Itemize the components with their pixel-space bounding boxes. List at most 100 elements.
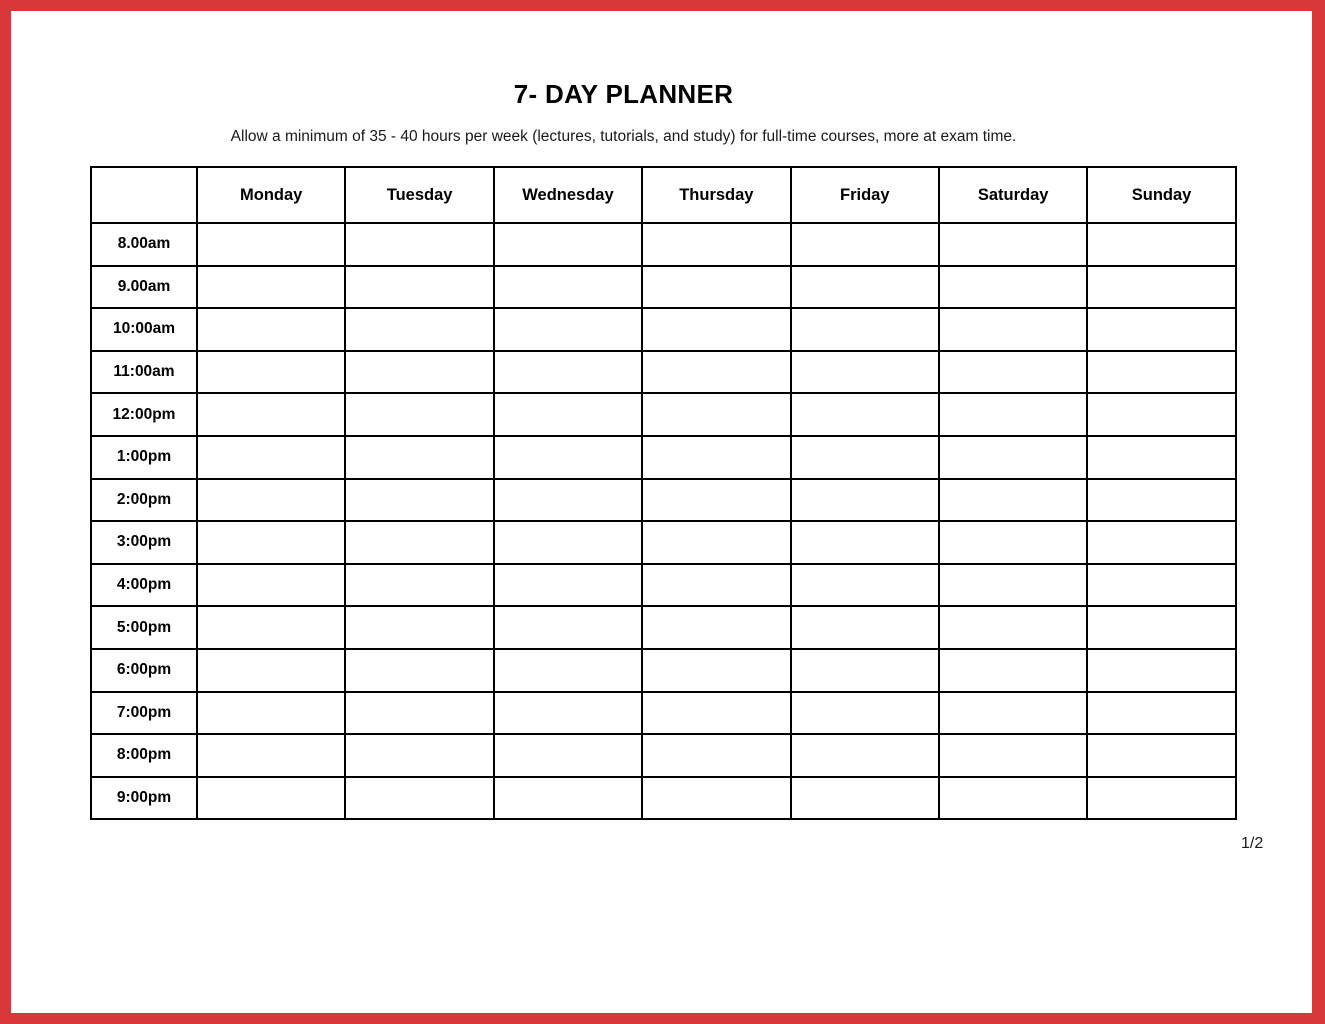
planner-slot-wednesday-0[interactable]: [492, 222, 644, 267]
planner-slot-tuesday-8[interactable]: [344, 562, 495, 608]
planner-slot-monday-4[interactable]: [195, 392, 347, 437]
planner-slot-friday-1[interactable]: [789, 264, 940, 310]
planner-slot-saturday-3[interactable]: [937, 349, 1089, 395]
planner-slot-monday-6[interactable]: [195, 477, 347, 523]
planner-slot-tuesday-2[interactable]: [344, 307, 495, 352]
planner-slot-thursday-11[interactable]: [641, 690, 792, 736]
planner-slot-wednesday-12[interactable]: [492, 733, 644, 778]
planner-slot-sunday-12[interactable]: [1086, 733, 1237, 778]
planner-slot-monday-9[interactable]: [195, 605, 347, 650]
planner-slot-saturday-1[interactable]: [937, 264, 1089, 310]
planner-slot-thursday-12[interactable]: [641, 733, 792, 778]
planner-slot-monday-5[interactable]: [195, 434, 347, 480]
planner-slot-wednesday-11[interactable]: [492, 690, 644, 736]
planner-slot-tuesday-5[interactable]: [344, 434, 495, 480]
planner-slot-monday-0[interactable]: [195, 222, 347, 267]
planner-slot-friday-10[interactable]: [789, 647, 940, 693]
planner-slot-wednesday-5[interactable]: [492, 434, 644, 480]
planner-slot-wednesday-9[interactable]: [492, 605, 644, 650]
planner-slot-friday-8[interactable]: [789, 562, 940, 608]
planner-slot-thursday-2[interactable]: [641, 307, 792, 352]
planner-slot-sunday-7[interactable]: [1086, 520, 1237, 565]
planner-slot-sunday-9[interactable]: [1086, 605, 1237, 650]
planner-slot-sunday-13[interactable]: [1086, 775, 1237, 821]
planner-slot-friday-9[interactable]: [789, 605, 940, 650]
planner-slot-tuesday-11[interactable]: [344, 690, 495, 736]
planner-slot-tuesday-9[interactable]: [344, 605, 495, 650]
planner-slot-saturday-11[interactable]: [937, 690, 1089, 736]
planner-slot-friday-3[interactable]: [789, 349, 940, 395]
planner-slot-monday-3[interactable]: [195, 349, 347, 395]
planner-slot-tuesday-13[interactable]: [344, 775, 495, 821]
planner-slot-sunday-8[interactable]: [1086, 562, 1237, 608]
planner-slot-wednesday-6[interactable]: [492, 477, 644, 523]
planner-slot-monday-2[interactable]: [195, 307, 347, 352]
planner-slot-saturday-13[interactable]: [937, 775, 1089, 821]
planner-slot-thursday-9[interactable]: [641, 605, 792, 650]
planner-slot-saturday-6[interactable]: [937, 477, 1089, 523]
planner-slot-saturday-4[interactable]: [937, 392, 1089, 437]
planner-slot-saturday-8[interactable]: [937, 562, 1089, 608]
planner-slot-monday-12[interactable]: [195, 733, 347, 778]
planner-slot-thursday-6[interactable]: [641, 477, 792, 523]
planner-slot-sunday-6[interactable]: [1086, 477, 1237, 523]
planner-slot-wednesday-10[interactable]: [492, 647, 644, 693]
planner-slot-saturday-10[interactable]: [937, 647, 1089, 693]
planner-slot-wednesday-13[interactable]: [492, 775, 644, 821]
planner-slot-tuesday-12[interactable]: [344, 733, 495, 778]
planner-slot-saturday-12[interactable]: [937, 733, 1089, 778]
planner-slot-tuesday-3[interactable]: [344, 349, 495, 395]
planner-slot-wednesday-3[interactable]: [492, 349, 644, 395]
planner-slot-thursday-0[interactable]: [641, 222, 792, 267]
planner-slot-sunday-4[interactable]: [1086, 392, 1237, 437]
planner-slot-tuesday-0[interactable]: [344, 222, 495, 267]
planner-slot-thursday-1[interactable]: [641, 264, 792, 310]
planner-slot-monday-7[interactable]: [195, 520, 347, 565]
planner-slot-tuesday-6[interactable]: [344, 477, 495, 523]
planner-slot-saturday-7[interactable]: [937, 520, 1089, 565]
planner-slot-wednesday-7[interactable]: [492, 520, 644, 565]
planner-slot-friday-4[interactable]: [789, 392, 940, 437]
planner-slot-sunday-10[interactable]: [1086, 647, 1237, 693]
planner-slot-thursday-7[interactable]: [641, 520, 792, 565]
planner-slot-sunday-2[interactable]: [1086, 307, 1237, 352]
planner-slot-friday-5[interactable]: [789, 434, 940, 480]
planner-slot-tuesday-10[interactable]: [344, 647, 495, 693]
planner-slot-sunday-3[interactable]: [1086, 349, 1237, 395]
planner-slot-friday-11[interactable]: [789, 690, 940, 736]
planner-slot-wednesday-2[interactable]: [492, 307, 644, 352]
planner-slot-thursday-3[interactable]: [641, 349, 792, 395]
page-border-left: [0, 0, 11, 1024]
planner-slot-tuesday-7[interactable]: [344, 520, 495, 565]
planner-slot-sunday-5[interactable]: [1086, 434, 1237, 480]
planner-slot-friday-7[interactable]: [789, 520, 940, 565]
planner-slot-sunday-0[interactable]: [1086, 222, 1237, 267]
planner-slot-tuesday-4[interactable]: [344, 392, 495, 437]
planner-slot-friday-2[interactable]: [789, 307, 940, 352]
planner-slot-thursday-4[interactable]: [641, 392, 792, 437]
planner-slot-friday-13[interactable]: [789, 775, 940, 821]
planner-slot-thursday-8[interactable]: [641, 562, 792, 608]
planner-slot-wednesday-4[interactable]: [492, 392, 644, 437]
planner-slot-friday-12[interactable]: [789, 733, 940, 778]
planner-slot-saturday-9[interactable]: [937, 605, 1089, 650]
planner-slot-tuesday-1[interactable]: [344, 264, 495, 310]
planner-slot-wednesday-1[interactable]: [492, 264, 644, 310]
planner-slot-monday-8[interactable]: [195, 562, 347, 608]
time-label-1000am: 10:00am: [90, 307, 198, 352]
planner-slot-monday-1[interactable]: [195, 264, 347, 310]
planner-slot-saturday-2[interactable]: [937, 307, 1089, 352]
planner-slot-thursday-13[interactable]: [641, 775, 792, 821]
planner-slot-thursday-10[interactable]: [641, 647, 792, 693]
planner-slot-saturday-0[interactable]: [937, 222, 1089, 267]
planner-slot-sunday-1[interactable]: [1086, 264, 1237, 310]
planner-slot-saturday-5[interactable]: [937, 434, 1089, 480]
planner-slot-monday-10[interactable]: [195, 647, 347, 693]
planner-slot-thursday-5[interactable]: [641, 434, 792, 480]
planner-slot-wednesday-8[interactable]: [492, 562, 644, 608]
planner-slot-friday-6[interactable]: [789, 477, 940, 523]
planner-slot-sunday-11[interactable]: [1086, 690, 1237, 736]
planner-slot-monday-11[interactable]: [195, 690, 347, 736]
planner-slot-monday-13[interactable]: [195, 775, 347, 821]
planner-slot-friday-0[interactable]: [789, 222, 940, 267]
